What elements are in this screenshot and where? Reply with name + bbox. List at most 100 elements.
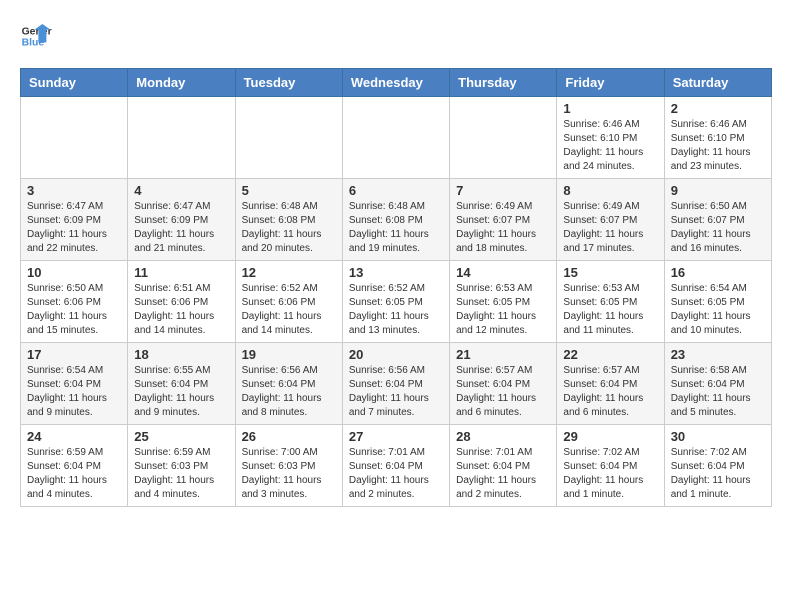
day-number: 6 xyxy=(349,183,443,198)
day-cell: 4 Sunrise: 6:47 AM Sunset: 6:09 PM Daylig… xyxy=(128,179,235,261)
day-number: 9 xyxy=(671,183,765,198)
header-monday: Monday xyxy=(128,69,235,97)
header-sunday: Sunday xyxy=(21,69,128,97)
day-number: 2 xyxy=(671,101,765,116)
day-cell: 18 Sunrise: 6:55 AM Sunset: 6:04 PM Dayli… xyxy=(128,343,235,425)
day-number: 28 xyxy=(456,429,550,444)
day-cell xyxy=(21,97,128,179)
day-cell: 15 Sunrise: 6:53 AM Sunset: 6:05 PM Dayli… xyxy=(557,261,664,343)
day-info: Sunrise: 6:56 AM Sunset: 6:04 PM Dayligh… xyxy=(349,364,443,420)
day-cell: 13 Sunrise: 6:52 AM Sunset: 6:05 PM Dayli… xyxy=(342,261,449,343)
day-number: 7 xyxy=(456,183,550,198)
day-number: 8 xyxy=(563,183,657,198)
week-row-0: 1 Sunrise: 6:46 AM Sunset: 6:10 PM Daylig… xyxy=(21,97,772,179)
day-cell: 27Sunrise: 7:01 AM Sunset: 6:04 PM Dayli… xyxy=(342,425,449,507)
week-row-3: 17Sunrise: 6:54 AM Sunset: 6:04 PM Dayli… xyxy=(21,343,772,425)
day-info: Sunrise: 6:59 AM Sunset: 6:03 PM Dayligh… xyxy=(134,446,228,502)
day-info: Sunrise: 6:58 AM Sunset: 6:04 PM Dayligh… xyxy=(671,364,765,420)
day-cell: 5 Sunrise: 6:48 AM Sunset: 6:08 PM Daylig… xyxy=(235,179,342,261)
logo: General Blue xyxy=(20,20,52,52)
day-info: Sunrise: 6:57 AM Sunset: 6:04 PM Dayligh… xyxy=(563,364,657,420)
day-number: 4 xyxy=(134,183,228,198)
day-info: Sunrise: 7:01 AM Sunset: 6:04 PM Dayligh… xyxy=(349,446,443,502)
day-number: 29 xyxy=(563,429,657,444)
day-info: Sunrise: 6:52 AM Sunset: 6:05 PM Dayligh… xyxy=(349,282,443,338)
day-info: Sunrise: 6:54 AM Sunset: 6:05 PM Dayligh… xyxy=(671,282,765,338)
day-cell: 24 Sunrise: 6:59 AM Sunset: 6:04 PM Dayli… xyxy=(21,425,128,507)
day-number: 22 xyxy=(563,347,657,362)
day-info: Sunrise: 6:57 AM Sunset: 6:04 PM Dayligh… xyxy=(456,364,550,420)
day-cell: 30 Sunrise: 7:02 AM Sunset: 6:04 PM Dayli… xyxy=(664,425,771,507)
day-number: 19 xyxy=(242,347,336,362)
day-cell: 20 Sunrise: 6:56 AM Sunset: 6:04 PM Dayli… xyxy=(342,343,449,425)
day-number: 20 xyxy=(349,347,443,362)
day-number: 11 xyxy=(134,265,228,280)
day-info: Sunrise: 6:47 AM Sunset: 6:09 PM Dayligh… xyxy=(134,200,228,256)
day-cell: 3 Sunrise: 6:47 AM Sunset: 6:09 PM Daylig… xyxy=(21,179,128,261)
day-info: Sunrise: 6:46 AM Sunset: 6:10 PM Dayligh… xyxy=(671,118,765,174)
day-cell: 17Sunrise: 6:54 AM Sunset: 6:04 PM Dayli… xyxy=(21,343,128,425)
day-info: Sunrise: 7:02 AM Sunset: 6:04 PM Dayligh… xyxy=(563,446,657,502)
day-info: Sunrise: 6:51 AM Sunset: 6:06 PM Dayligh… xyxy=(134,282,228,338)
day-number: 30 xyxy=(671,429,765,444)
day-info: Sunrise: 6:46 AM Sunset: 6:10 PM Dayligh… xyxy=(563,118,657,174)
day-cell xyxy=(235,97,342,179)
day-cell: 7 Sunrise: 6:49 AM Sunset: 6:07 PM Daylig… xyxy=(450,179,557,261)
week-row-1: 3 Sunrise: 6:47 AM Sunset: 6:09 PM Daylig… xyxy=(21,179,772,261)
day-info: Sunrise: 6:53 AM Sunset: 6:05 PM Dayligh… xyxy=(563,282,657,338)
day-cell xyxy=(450,97,557,179)
day-info: Sunrise: 6:56 AM Sunset: 6:04 PM Dayligh… xyxy=(242,364,336,420)
day-number: 24 xyxy=(27,429,121,444)
day-cell: 2 Sunrise: 6:46 AM Sunset: 6:10 PM Daylig… xyxy=(664,97,771,179)
day-info: Sunrise: 6:59 AM Sunset: 6:04 PM Dayligh… xyxy=(27,446,121,502)
day-number: 13 xyxy=(349,265,443,280)
day-cell: 10Sunrise: 6:50 AM Sunset: 6:06 PM Dayli… xyxy=(21,261,128,343)
calendar-header-row: SundayMondayTuesdayWednesdayThursdayFrid… xyxy=(21,69,772,97)
week-row-2: 10Sunrise: 6:50 AM Sunset: 6:06 PM Dayli… xyxy=(21,261,772,343)
day-cell: 8Sunrise: 6:49 AM Sunset: 6:07 PM Daylig… xyxy=(557,179,664,261)
header-wednesday: Wednesday xyxy=(342,69,449,97)
day-cell: 23 Sunrise: 6:58 AM Sunset: 6:04 PM Dayli… xyxy=(664,343,771,425)
day-cell: 28Sunrise: 7:01 AM Sunset: 6:04 PM Dayli… xyxy=(450,425,557,507)
header-tuesday: Tuesday xyxy=(235,69,342,97)
day-cell: 22 Sunrise: 6:57 AM Sunset: 6:04 PM Dayli… xyxy=(557,343,664,425)
day-number: 10 xyxy=(27,265,121,280)
day-number: 14 xyxy=(456,265,550,280)
day-info: Sunrise: 6:55 AM Sunset: 6:04 PM Dayligh… xyxy=(134,364,228,420)
day-cell xyxy=(342,97,449,179)
logo-icon: General Blue xyxy=(20,20,52,52)
day-number: 1 xyxy=(563,101,657,116)
day-info: Sunrise: 6:49 AM Sunset: 6:07 PM Dayligh… xyxy=(456,200,550,256)
day-info: Sunrise: 6:47 AM Sunset: 6:09 PM Dayligh… xyxy=(27,200,121,256)
day-info: Sunrise: 6:48 AM Sunset: 6:08 PM Dayligh… xyxy=(242,200,336,256)
day-cell: 21 Sunrise: 6:57 AM Sunset: 6:04 PM Dayli… xyxy=(450,343,557,425)
day-cell: 16 Sunrise: 6:54 AM Sunset: 6:05 PM Dayli… xyxy=(664,261,771,343)
day-cell: 6 Sunrise: 6:48 AM Sunset: 6:08 PM Daylig… xyxy=(342,179,449,261)
day-number: 15 xyxy=(563,265,657,280)
header-friday: Friday xyxy=(557,69,664,97)
day-info: Sunrise: 7:02 AM Sunset: 6:04 PM Dayligh… xyxy=(671,446,765,502)
day-cell: 25Sunrise: 6:59 AM Sunset: 6:03 PM Dayli… xyxy=(128,425,235,507)
day-info: Sunrise: 6:48 AM Sunset: 6:08 PM Dayligh… xyxy=(349,200,443,256)
header-saturday: Saturday xyxy=(664,69,771,97)
day-cell: 1 Sunrise: 6:46 AM Sunset: 6:10 PM Daylig… xyxy=(557,97,664,179)
day-number: 5 xyxy=(242,183,336,198)
day-cell: 29 Sunrise: 7:02 AM Sunset: 6:04 PM Dayli… xyxy=(557,425,664,507)
day-info: Sunrise: 6:52 AM Sunset: 6:06 PM Dayligh… xyxy=(242,282,336,338)
day-info: Sunrise: 7:00 AM Sunset: 6:03 PM Dayligh… xyxy=(242,446,336,502)
day-number: 17 xyxy=(27,347,121,362)
calendar-table: SundayMondayTuesdayWednesdayThursdayFrid… xyxy=(20,68,772,507)
day-number: 23 xyxy=(671,347,765,362)
day-number: 3 xyxy=(27,183,121,198)
day-number: 18 xyxy=(134,347,228,362)
day-number: 21 xyxy=(456,347,550,362)
day-cell: 26Sunrise: 7:00 AM Sunset: 6:03 PM Dayli… xyxy=(235,425,342,507)
day-info: Sunrise: 6:50 AM Sunset: 6:07 PM Dayligh… xyxy=(671,200,765,256)
day-cell: 9 Sunrise: 6:50 AM Sunset: 6:07 PM Daylig… xyxy=(664,179,771,261)
day-cell: 11 Sunrise: 6:51 AM Sunset: 6:06 PM Dayli… xyxy=(128,261,235,343)
day-number: 16 xyxy=(671,265,765,280)
day-number: 12 xyxy=(242,265,336,280)
day-cell: 19 Sunrise: 6:56 AM Sunset: 6:04 PM Dayli… xyxy=(235,343,342,425)
day-cell xyxy=(128,97,235,179)
day-cell: 12 Sunrise: 6:52 AM Sunset: 6:06 PM Dayli… xyxy=(235,261,342,343)
